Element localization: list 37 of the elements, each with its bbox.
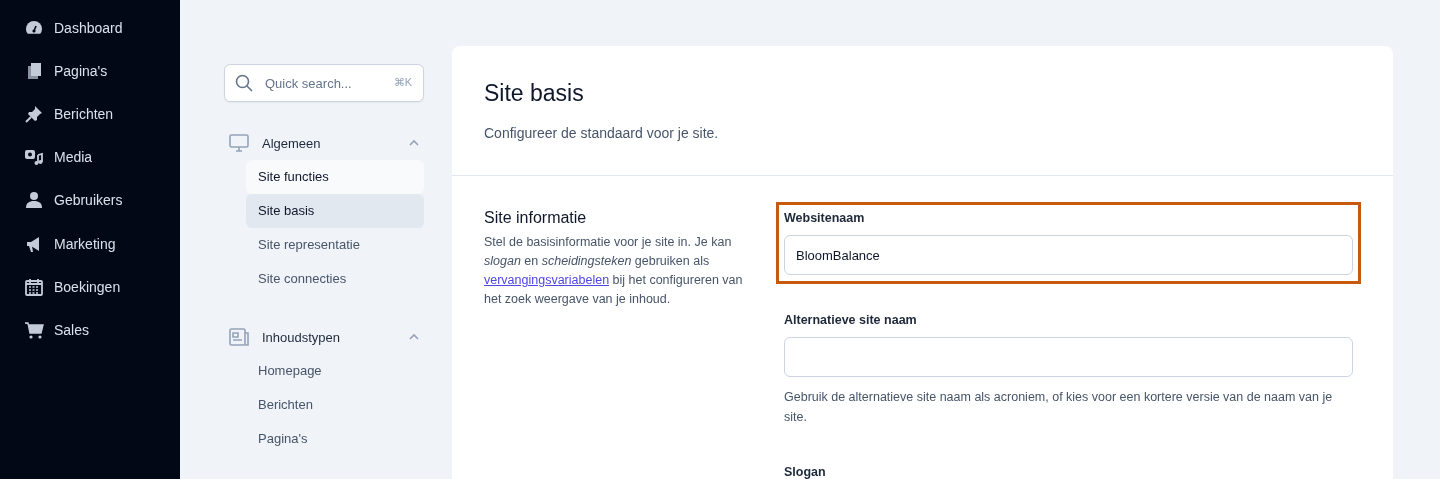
sidebar-item[interactable]: Berichten xyxy=(0,92,180,136)
nav-item[interactable]: Site basis xyxy=(246,194,424,228)
variables-link[interactable]: vervangingsvariabelen xyxy=(484,273,610,287)
page-title: Site basis xyxy=(484,80,585,107)
sidebar-item[interactable]: Dashboard xyxy=(0,6,180,50)
monitor-icon xyxy=(228,132,250,154)
sidebar-item[interactable]: Gebruikers xyxy=(0,178,180,222)
field-label: Alternatieve site naam xyxy=(784,313,918,327)
sidebar-item[interactable]: Boekingen xyxy=(0,265,180,309)
user-icon xyxy=(24,190,44,211)
nav-item[interactable]: Site connecties xyxy=(246,262,424,296)
nav-group-header[interactable]: Algemeen xyxy=(224,130,424,156)
section-description: Stel de basisinformatie voor je site in. Je kan slogan en scheidingsteken gebruiken als vervangingsvariabelen bij het configureren van het zoek weergave van je inhoud. xyxy=(484,234,744,308)
media-icon xyxy=(24,147,44,168)
calendar-icon xyxy=(24,276,44,297)
nav-item[interactable]: Berichten xyxy=(246,388,424,422)
nav-item[interactable]: Site representatie xyxy=(246,228,424,262)
nav-item[interactable]: Site functies xyxy=(246,160,424,194)
search-icon xyxy=(234,73,254,93)
sidebar-item[interactable]: Media xyxy=(0,135,180,179)
newspaper-icon xyxy=(228,326,250,348)
sidebar-item[interactable]: Pagina's xyxy=(0,49,180,93)
pin-icon xyxy=(24,103,44,124)
text-input[interactable]: BloomBalance xyxy=(784,235,1353,275)
field-label: Websitenaam xyxy=(784,211,866,225)
page-subtitle: Configureer de standaard voor je site. xyxy=(484,125,720,141)
nav-item[interactable]: Pagina's xyxy=(246,422,424,456)
section-title: Site informatie xyxy=(484,209,588,227)
nav-group-header[interactable]: Inhoudstypen xyxy=(224,324,424,350)
keyboard-shortcut: ⌘K xyxy=(393,76,412,89)
text-input[interactable] xyxy=(784,337,1353,377)
nav-item[interactable]: Homepage xyxy=(246,354,424,388)
sidebar-item[interactable]: Sales xyxy=(0,308,180,352)
sidebar-item[interactable]: Marketing xyxy=(0,221,180,266)
cart-icon xyxy=(24,319,44,340)
field-help-text: Gebruik de alternatieve site naam als acroniem, of kies voor een kortere versie van de naam van je site. xyxy=(784,389,1334,426)
field-label: Slogan xyxy=(784,465,827,479)
